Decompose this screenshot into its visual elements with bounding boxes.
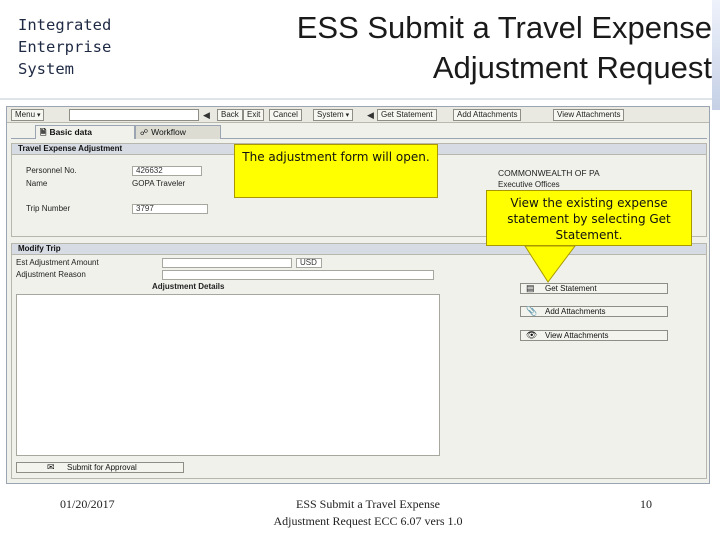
callout-pointer-shape xyxy=(524,245,576,283)
callout-view-statement-text: View the existing expense statement by s… xyxy=(507,196,671,242)
footer-document-line-2: Adjustment Request ECC 6.07 vers 1.0 xyxy=(273,514,463,528)
page-number: 10 xyxy=(640,497,652,511)
callout-view-statement: View the existing expense statement by s… xyxy=(486,190,692,246)
slide: Integrated Enterprise System ESS Submit … xyxy=(0,0,720,540)
footer-document-line-1: ESS Submit a Travel Expense xyxy=(295,497,440,511)
footer-date: 01/20/2017 xyxy=(60,497,115,511)
callout-pointer xyxy=(524,245,576,283)
footer-document-title: ESS Submit a Travel Expense Adjustment R… xyxy=(238,496,498,530)
